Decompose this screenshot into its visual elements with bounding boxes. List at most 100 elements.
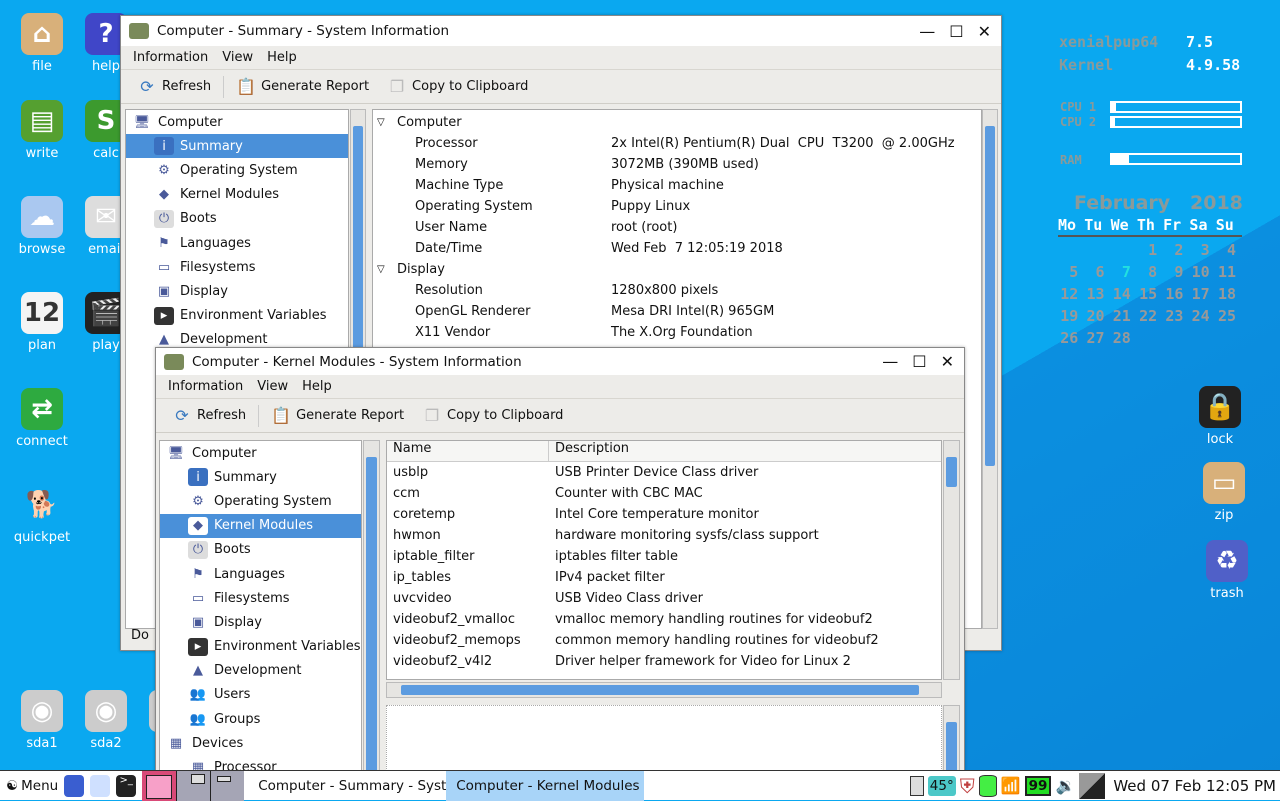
wifi-icon[interactable]: 📶 [1001,776,1021,795]
table-row[interactable]: ip_tables IPv4 packet filter [387,567,941,588]
clock[interactable]: Wed 07 Feb 12:05 PM [1109,777,1280,795]
file-manager-launcher-icon[interactable] [64,774,85,797]
tree-item-label: Languages [214,566,285,582]
cpu-graph-icon[interactable] [1079,772,1106,799]
column-description[interactable]: Description [549,441,629,461]
tree-item-summary[interactable]: i Summary [160,465,361,489]
menu-view[interactable]: View [222,50,253,65]
ram-label: RAM [1060,153,1082,167]
menu-view[interactable]: View [257,379,288,394]
tree-item-operating-system[interactable]: ⚙ Operating System [126,158,348,182]
desktop-icon-sda1[interactable]: ◉ sda1 [10,690,74,751]
tree-item-environment-variables[interactable]: ▸ Environment Variables [126,304,348,328]
table-vscrollbar[interactable] [943,440,960,680]
copy-icon: ❐ [424,406,440,425]
desktop-icon-quickpet[interactable]: 🐕 quickpet [10,484,74,545]
close-button[interactable]: ✕ [941,352,954,371]
title-bar[interactable]: Computer - Kernel Modules - System Infor… [156,348,964,375]
calendar-date: 27 [1086,329,1105,347]
copy-to-clipboard-button[interactable]: ❐ Copy to Clipboard [381,77,534,97]
workspace-3[interactable] [210,770,245,801]
tree-item-label: Summary [180,138,243,154]
menu-information[interactable]: Information [133,50,208,65]
table-row[interactable]: hwmon hardware monitoring sysfs/class sup… [387,525,941,546]
tree-item-kernel-modules[interactable]: ◆ Kernel Modules [160,513,361,538]
refresh-button[interactable]: ⟳ Refresh [131,77,217,97]
table-row[interactable]: usblp USB Printer Device Class driver [387,462,941,483]
clipboard-icon[interactable] [909,775,924,796]
title-bar[interactable]: Computer - Summary - System Information … [121,16,1001,46]
menu-help[interactable]: Help [302,379,332,394]
section-title: Computer [397,115,462,130]
generate-report-button[interactable]: 📋 Generate Report [230,77,375,97]
desktop-icon-plan[interactable]: 12 plan [10,292,74,353]
table-row[interactable]: iptable_filter iptables filter table [387,546,941,567]
tree-item-languages[interactable]: ⚑ Languages [126,231,348,255]
table-hscrollbar[interactable] [386,682,942,698]
close-button[interactable]: ✕ [978,22,991,41]
generate-report-button[interactable]: 📋 Generate Report [265,406,410,426]
table-row[interactable]: ccm Counter with CBC MAC [387,483,941,504]
tree-item-environment-variables[interactable]: ▸ Environment Variables [160,635,361,659]
tree-item-summary[interactable]: i Summary [126,134,348,159]
maximize-button[interactable]: ☐ [949,22,963,41]
table-row[interactable]: uvcvideo USB Video Class driver [387,588,941,609]
desktop-icon-file[interactable]: ⌂ file [10,13,74,74]
tree-item-kernel-modules[interactable]: ◆ Kernel Modules [126,183,348,207]
calendar-icon: 12 [21,292,63,334]
info-key: Memory [415,157,468,172]
tree-item-languages[interactable]: ⚑ Languages [160,562,361,586]
refresh-button[interactable]: ⟳ Refresh [166,406,252,426]
workspace-2[interactable] [176,770,211,801]
maximize-button[interactable]: ☐ [912,352,926,371]
module-description: hardware monitoring sysfs/class support [555,528,819,543]
desktop-icon-connect[interactable]: ⇄ connect [10,388,74,449]
workspace-1[interactable] [142,770,177,801]
tree-item-users[interactable]: 👥 Users [160,683,361,707]
desktop-icon-write[interactable]: ▤ write [10,100,74,161]
browser-launcher-icon[interactable] [90,774,111,797]
minimize-button[interactable]: — [919,22,935,41]
table-row[interactable]: videobuf2_vmalloc vmalloc memory handling… [387,609,941,630]
tree-item-computer[interactable]: 🖥 Computer [160,441,361,465]
table-row[interactable]: coretemp Intel Core temperature monitor [387,504,941,525]
menu-information[interactable]: Information [168,379,243,394]
section-display[interactable]: ▽ Display [373,259,981,280]
minimize-button[interactable]: — [882,352,898,371]
task-summary-window[interactable]: Computer - Summary - System Information [248,771,446,801]
desktop-icon-browse[interactable]: ☁ browse [10,196,74,257]
column-name[interactable]: Name [387,441,549,461]
gear-icon: ⚙ [188,492,208,511]
drive-mount-icon[interactable] [978,774,997,797]
tree-item-display[interactable]: ▣ Display [126,279,348,303]
desktop-icon-lock[interactable]: 🔒 lock [1188,386,1252,447]
menu-help[interactable]: Help [267,50,297,65]
details-scrollbar[interactable] [982,109,998,629]
table-row[interactable]: videobuf2_v4l2 Driver helper framework fo… [387,651,941,672]
terminal-launcher-icon[interactable]: >_ [116,774,137,797]
tree-item-filesystems[interactable]: ▭ Filesystems [126,255,348,279]
desktop-icon-sda2[interactable]: ◉ sda2 [74,690,138,751]
tree-item-boots[interactable]: ⏻ Boots [126,207,348,231]
firewall-shield-icon[interactable]: ⛨ [960,774,975,798]
tree-item-filesystems[interactable]: ▭ Filesystems [160,586,361,610]
tree-scrollbar[interactable] [363,440,380,780]
table-row[interactable]: videobuf2_memops common memory handling r… [387,630,941,651]
start-menu-button[interactable]: ☯ Menu [0,778,64,794]
temperature-indicator[interactable]: 45° [927,775,956,796]
tree-item-display[interactable]: ▣ Display [160,610,361,634]
tree-item-development[interactable]: ▲ Development [160,659,361,683]
tree-item-operating-system[interactable]: ⚙ Operating System [160,489,361,513]
section-computer[interactable]: ▽ Computer [373,112,981,133]
volume-icon[interactable]: 🔉 [1055,776,1075,795]
battery-indicator[interactable]: 99 [1024,775,1052,796]
task-kernel-modules-window[interactable]: Computer - Kernel Modules - System Infor… [446,770,645,801]
tree-item-groups[interactable]: 👥 Groups [160,707,361,731]
desktop-icon-label: lock [1206,432,1234,447]
tree-item-devices[interactable]: ▦ Devices [160,731,361,755]
tree-item-computer[interactable]: 🖥 Computer [126,110,348,134]
copy-to-clipboard-button[interactable]: ❐ Copy to Clipboard [416,406,569,426]
desktop-icon-trash[interactable]: ♻ trash [1195,540,1259,601]
tree-item-boots[interactable]: ⏻ Boots [160,538,361,562]
desktop-icon-zip[interactable]: ▭ zip [1192,462,1256,523]
